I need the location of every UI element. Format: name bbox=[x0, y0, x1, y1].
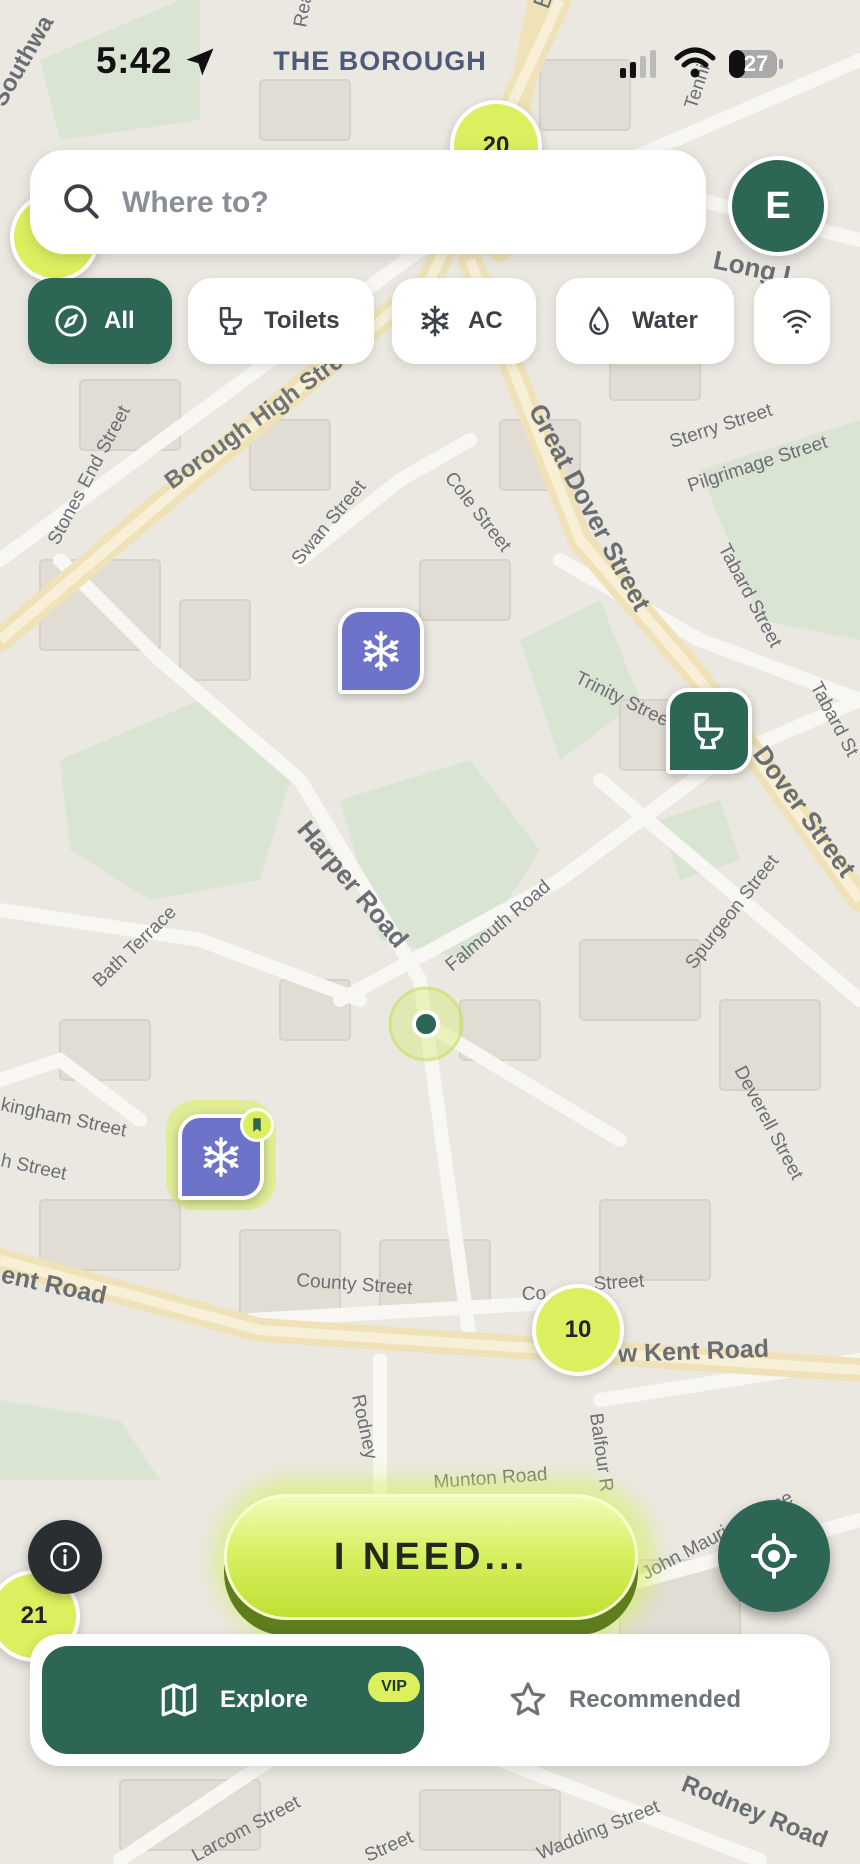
snowflake-icon bbox=[203, 1137, 239, 1177]
water-drop-icon bbox=[589, 306, 609, 335]
wifi-icon bbox=[782, 309, 812, 334]
tab-explore-label: Explore bbox=[219, 1686, 309, 1713]
map-marker-ac[interactable] bbox=[338, 608, 424, 694]
tab-recommended-label: Recommended bbox=[568, 1686, 742, 1713]
toilet-icon bbox=[694, 712, 724, 750]
info-icon bbox=[50, 1542, 80, 1572]
filter-chip-label: All bbox=[104, 307, 135, 334]
filter-chip-all[interactable]: All bbox=[28, 278, 172, 364]
bookmark-icon bbox=[253, 1118, 261, 1132]
search-bar[interactable] bbox=[30, 150, 706, 254]
snowflake-icon bbox=[363, 631, 399, 671]
vip-badge: VIP bbox=[368, 1672, 420, 1702]
info-button[interactable] bbox=[28, 1520, 102, 1594]
i-need-button[interactable]: I NEED... bbox=[224, 1494, 638, 1620]
battery-level: 27 bbox=[743, 51, 769, 76]
filter-chip-toilets[interactable]: Toilets bbox=[188, 278, 374, 364]
search-icon bbox=[64, 184, 99, 219]
tab-recommended[interactable]: Recommended bbox=[430, 1646, 818, 1754]
compass-icon bbox=[55, 305, 87, 337]
bookmark-badge bbox=[240, 1108, 274, 1142]
bottom-navigation: Explore VIP Recommended bbox=[30, 1634, 830, 1766]
map-marker-toilet[interactable] bbox=[666, 688, 752, 774]
filter-chip-wifi[interactable] bbox=[754, 278, 830, 364]
current-location-dot bbox=[412, 1010, 440, 1038]
street-label: w Kent Road bbox=[616, 1335, 769, 1368]
star-icon bbox=[510, 1682, 546, 1716]
filter-chip-label: Toilets bbox=[264, 307, 340, 334]
profile-avatar-button[interactable]: E bbox=[728, 156, 828, 256]
tab-explore[interactable]: Explore VIP bbox=[42, 1646, 424, 1754]
signal-icon bbox=[620, 50, 656, 78]
crosshair-icon bbox=[751, 1533, 797, 1579]
filter-chip-label: AC bbox=[468, 307, 503, 334]
filter-chip-label: Water bbox=[632, 307, 698, 334]
filter-chip-water[interactable]: Water bbox=[556, 278, 734, 364]
locate-me-button[interactable] bbox=[718, 1500, 830, 1612]
map-icon bbox=[161, 1683, 197, 1717]
snowflake-icon bbox=[421, 305, 449, 337]
wifi-status-icon bbox=[674, 47, 716, 78]
search-input[interactable] bbox=[120, 172, 684, 234]
toilet-icon bbox=[219, 306, 243, 336]
cluster-marker[interactable]: 10 bbox=[532, 1284, 624, 1376]
filter-chip-ac[interactable]: AC bbox=[392, 278, 536, 364]
